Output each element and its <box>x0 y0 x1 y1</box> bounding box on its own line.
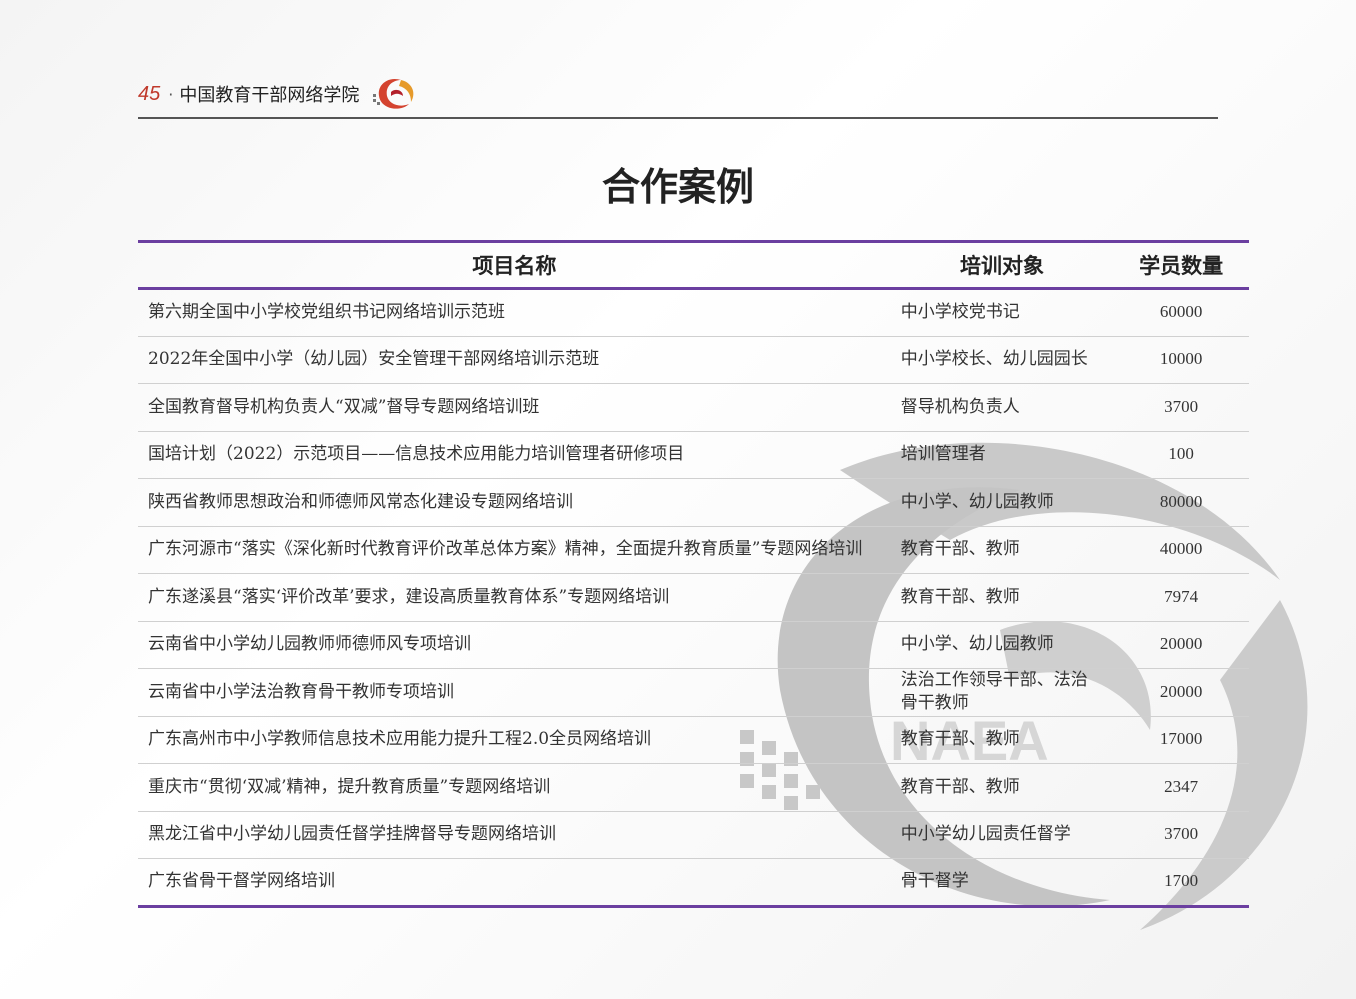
project-name-cell: 重庆市“贯彻‘双减’精神，提升教育质量”专题网络培训 <box>138 763 891 812</box>
page-title: 合作案例 <box>601 165 754 209</box>
count-cell: 17000 <box>1113 716 1249 764</box>
project-name-cell: 2022年全国中小学（幼儿园）安全管理干部网络培训示范班 <box>138 336 891 384</box>
table-row: 全国教育督导机构负责人“双减”督导专题网络培训班 督导机构负责人 3700 <box>138 383 1249 432</box>
table-row: 第六期全国中小学校党组织书记网络培训示范班 中小学校党书记 60000 <box>138 288 1249 337</box>
header-separator: · <box>168 84 174 104</box>
target-cell: 中小学校长、幼儿园园长 <box>890 336 1114 384</box>
cooperation-cases-table: 项目名称 培训对象 学员数量 第六期全国中小学校党组织书记网络培训示范班 中小学… <box>138 240 1249 908</box>
project-name-cell: 陕西省教师思想政治和师德师风常态化建设专题网络培训 <box>138 478 891 527</box>
table-row: 广东遂溪县“落实‘评价改革’要求，建设高质量教育体系”专题网络培训 教育干部、教… <box>138 573 1249 622</box>
project-name-cell: 第六期全国中小学校党组织书记网络培训示范班 <box>138 288 891 337</box>
target-cell: 教育干部、教师 <box>890 716 1114 764</box>
target-cell: 中小学、幼儿园教师 <box>890 478 1114 527</box>
table-row: 广东河源市“落实《深化新时代教育评价改革总体方案》精神，全面提升教育质量”专题网… <box>138 526 1249 574</box>
target-cell: 骨干督学 <box>890 858 1114 908</box>
count-cell: 1700 <box>1113 858 1249 908</box>
project-name-cell: 广东省骨干督学网络培训 <box>138 858 891 908</box>
count-cell: 3700 <box>1113 383 1249 432</box>
count-cell: 100 <box>1113 431 1249 479</box>
target-cell: 教育干部、教师 <box>890 763 1114 812</box>
table-row: 云南省中小学幼儿园教师师德师风专项培训 中小学、幼儿园教师 20000 <box>138 621 1249 669</box>
column-header-project-name: 项目名称 <box>138 240 891 290</box>
target-cell: 中小学、幼儿园教师 <box>890 621 1114 669</box>
project-name-cell: 全国教育督导机构负责人“双减”督导专题网络培训班 <box>138 383 891 432</box>
project-name-cell: 广东遂溪县“落实‘评价改革’要求，建设高质量教育体系”专题网络培训 <box>138 573 891 622</box>
count-cell: 60000 <box>1113 288 1249 337</box>
table-row: 重庆市“贯彻‘双减’精神，提升教育质量”专题网络培训 教育干部、教师 2347 <box>138 763 1249 812</box>
count-cell: 80000 <box>1113 478 1249 527</box>
table-row: 2022年全国中小学（幼儿园）安全管理干部网络培训示范班 中小学校长、幼儿园园长… <box>138 336 1249 384</box>
table-row: 云南省中小学法治教育骨干教师专项培训 法治工作领导干部、法治骨干教师 20000 <box>138 668 1249 717</box>
target-cell: 中小学校党书记 <box>890 288 1114 337</box>
org-name: 中国教育干部网络学院 <box>179 85 360 106</box>
count-cell: 10000 <box>1113 336 1249 384</box>
column-header-count: 学员数量 <box>1113 240 1249 290</box>
table-row: 陕西省教师思想政治和师德师风常态化建设专题网络培训 中小学、幼儿园教师 8000… <box>138 478 1249 527</box>
table-row: 广东省骨干督学网络培训 骨干督学 1700 <box>138 858 1249 908</box>
table-header-row: 项目名称 培训对象 学员数量 <box>138 240 1249 290</box>
page-header: 45 · 中国教育干部网络学院 <box>138 74 417 114</box>
project-name-cell: 云南省中小学法治教育骨干教师专项培训 <box>138 668 891 717</box>
table-row: 广东高州市中小学教师信息技术应用能力提升工程2.0全员网络培训 教育干部、教师 … <box>138 716 1249 764</box>
target-cell: 教育干部、教师 <box>890 526 1114 574</box>
target-cell: 督导机构负责人 <box>890 383 1114 432</box>
table-row: 黑龙江省中小学幼儿园责任督学挂牌督导专题网络培训 中小学幼儿园责任督学 3700 <box>138 811 1249 859</box>
project-name-cell: 云南省中小学幼儿园教师师德师风专项培训 <box>138 621 891 669</box>
target-cell: 法治工作领导干部、法治骨干教师 <box>890 668 1114 717</box>
project-name-cell: 广东河源市“落实《深化新时代教育评价改革总体方案》精神，全面提升教育质量”专题网… <box>138 526 891 574</box>
header-divider <box>138 117 1218 119</box>
project-name-cell: 国培计划（2022）示范项目——信息技术应用能力培训管理者研修项目 <box>138 431 891 479</box>
target-cell: 培训管理者 <box>890 431 1114 479</box>
count-cell: 2347 <box>1113 763 1249 812</box>
table-row: 国培计划（2022）示范项目——信息技术应用能力培训管理者研修项目 培训管理者 … <box>138 431 1249 479</box>
project-name-cell: 广东高州市中小学教师信息技术应用能力提升工程2.0全员网络培训 <box>138 716 891 764</box>
column-header-target: 培训对象 <box>890 240 1114 290</box>
naea-swirl-logo-icon <box>373 78 414 109</box>
count-cell: 20000 <box>1113 668 1249 717</box>
count-cell: 40000 <box>1113 526 1249 574</box>
target-cell: 教育干部、教师 <box>890 573 1114 622</box>
count-cell: 7974 <box>1113 573 1249 622</box>
count-cell: 3700 <box>1113 811 1249 859</box>
target-cell: 中小学幼儿园责任督学 <box>890 811 1114 859</box>
count-cell: 20000 <box>1113 621 1249 669</box>
page-number: 45 <box>138 82 161 105</box>
project-name-cell: 黑龙江省中小学幼儿园责任督学挂牌督导专题网络培训 <box>138 811 891 859</box>
